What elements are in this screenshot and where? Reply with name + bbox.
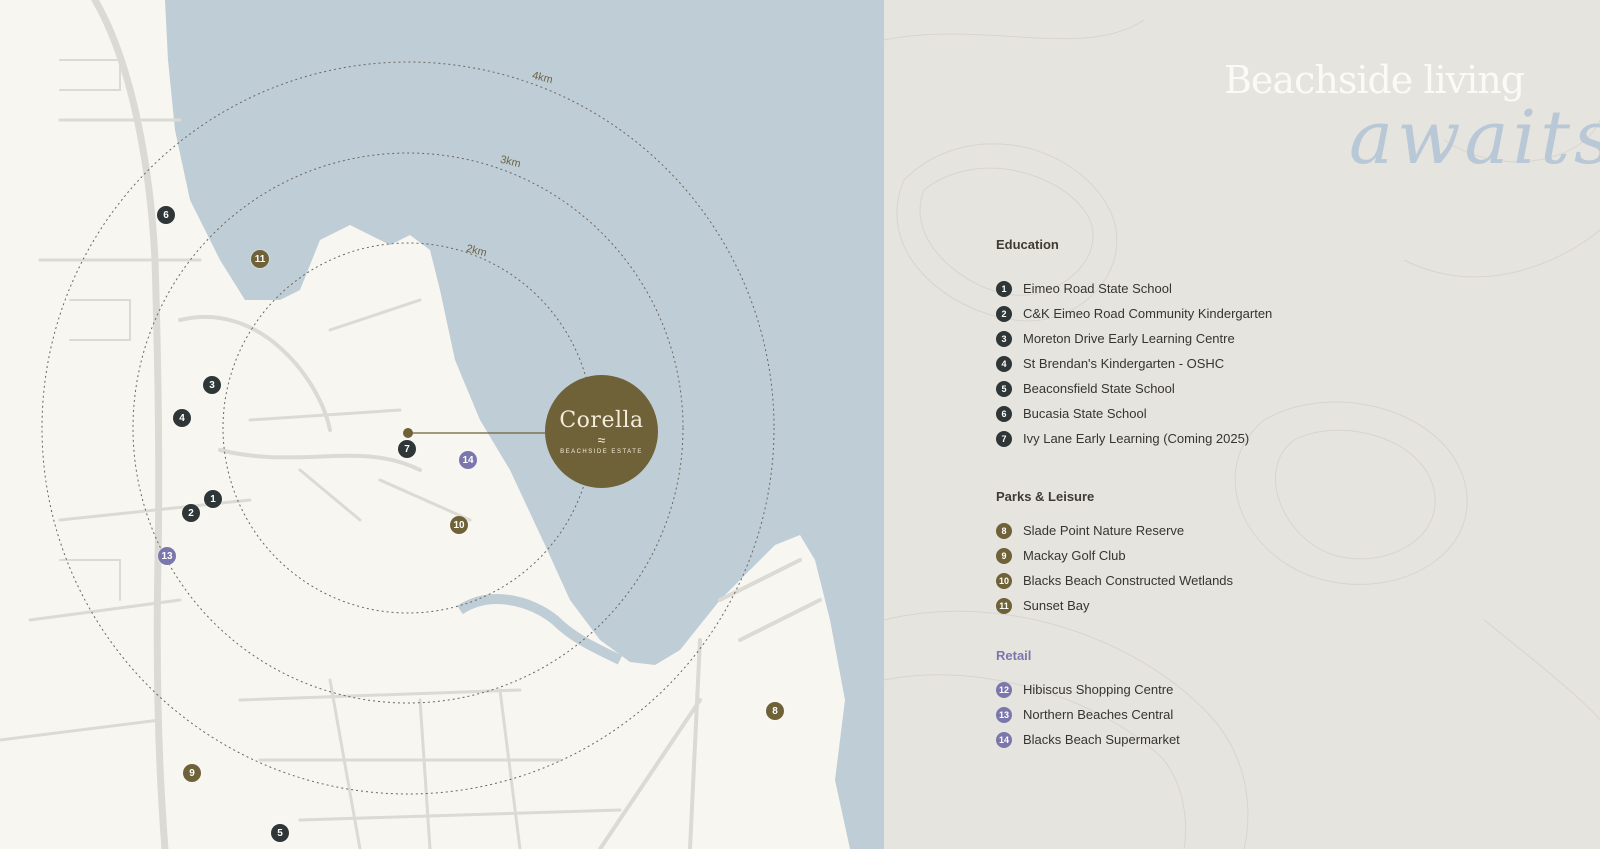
education-title: Education <box>996 237 1059 252</box>
number-badge: 8 <box>996 522 1012 539</box>
marker-4[interactable]: 4 <box>173 409 191 427</box>
number-badge: 12 <box>996 681 1012 698</box>
list-item[interactable]: 3 Moreton Drive Early Learning Centre <box>996 326 1272 351</box>
item-label: Blacks Beach Constructed Wetlands <box>1023 573 1234 588</box>
number-badge: 3 <box>996 330 1012 347</box>
parks-title: Parks & Leisure <box>996 489 1095 504</box>
item-label: Slade Point Nature Reserve <box>1023 523 1185 538</box>
retail-title: Retail <box>996 648 1032 663</box>
marker-2[interactable]: 2 <box>182 504 200 522</box>
marker-11[interactable]: 11 <box>251 250 269 268</box>
marker-14[interactable]: 14 <box>459 451 477 469</box>
list-item[interactable]: 13 Northern Beaches Central <box>996 702 1180 727</box>
parks-section: Parks & Leisure 8 Slade Point Nature Rese… <box>996 489 1233 618</box>
marker-13[interactable]: 13 <box>158 547 176 565</box>
number-badge: 1 <box>996 280 1012 297</box>
number-badge: 10 <box>996 572 1012 589</box>
item-label: Eimeo Road State School <box>1023 281 1172 296</box>
list-item[interactable]: 5 Beaconsfield State School <box>996 376 1272 401</box>
marker-5[interactable]: 5 <box>271 824 289 842</box>
list-item[interactable]: 7 Ivy Lane Early Learning (Coming 2025) <box>996 426 1272 451</box>
number-badge: 11 <box>996 597 1012 614</box>
number-badge: 2 <box>996 305 1012 322</box>
marker-6[interactable]: 6 <box>157 206 175 224</box>
marker-8[interactable]: 8 <box>766 702 784 720</box>
list-item[interactable]: 12 Hibiscus Shopping Centre <box>996 677 1180 702</box>
headline-script: awaits <box>1349 95 1600 181</box>
number-badge: 14 <box>996 731 1012 748</box>
location-map[interactable]: 2km 3km 4km 6 11 3 4 7 14 1 2 10 13 8 9 … <box>0 0 884 849</box>
list-item[interactable]: 2 C&K Eimeo Road Community Kindergarten <box>996 301 1272 326</box>
marker-9[interactable]: 9 <box>183 764 201 782</box>
retail-section: Retail 12 Hibiscus Shopping Centre 13 Nort… <box>996 648 1180 752</box>
retail-list: 12 Hibiscus Shopping Centre 13 Northern Be… <box>996 677 1180 752</box>
number-badge: 7 <box>996 430 1012 447</box>
item-label: Moreton Drive Early Learning Centre <box>1023 331 1235 346</box>
number-badge: 9 <box>996 547 1012 564</box>
number-badge: 4 <box>996 355 1012 372</box>
item-label: Hibiscus Shopping Centre <box>1023 682 1174 697</box>
item-label: Bucasia State School <box>1023 406 1147 421</box>
number-badge: 5 <box>996 380 1012 397</box>
list-item[interactable]: 11 Sunset Bay <box>996 593 1233 618</box>
corella-logo-badge[interactable]: Corella ≈ BEACHSIDE ESTATE <box>545 375 658 488</box>
marker-1[interactable]: 1 <box>204 490 222 508</box>
list-item[interactable]: 14 Blacks Beach Supermarket <box>996 727 1180 752</box>
item-label: Sunset Bay <box>1023 598 1090 613</box>
list-item[interactable]: 1 Eimeo Road State School <box>996 276 1272 301</box>
map-base <box>0 0 884 849</box>
wave-icon: ≈ <box>597 432 606 448</box>
list-item[interactable]: 8 Slade Point Nature Reserve <box>996 518 1233 543</box>
list-item[interactable]: 9 Mackay Golf Club <box>996 543 1233 568</box>
list-item[interactable]: 10 Blacks Beach Constructed Wetlands <box>996 568 1233 593</box>
logo-tagline: BEACHSIDE ESTATE <box>560 449 643 455</box>
education-section: Education 1 Eimeo Road State School 2 C&K … <box>996 237 1272 451</box>
number-badge: 6 <box>996 405 1012 422</box>
item-label: C&K Eimeo Road Community Kindergarten <box>1023 306 1273 321</box>
item-label: St Brendan's Kindergarten - OSHC <box>1023 356 1225 371</box>
item-label: Blacks Beach Supermarket <box>1023 732 1180 747</box>
item-label: Northern Beaches Central <box>1023 707 1174 722</box>
marker-10[interactable]: 10 <box>450 516 468 534</box>
marker-3[interactable]: 3 <box>203 376 221 394</box>
number-badge: 13 <box>996 706 1012 723</box>
item-label: Beaconsfield State School <box>1023 381 1175 396</box>
item-label: Ivy Lane Early Learning (Coming 2025) <box>1023 431 1250 446</box>
parks-list: 8 Slade Point Nature Reserve 9 Mackay Golf… <box>996 518 1233 618</box>
logo-name: Corella <box>559 408 644 433</box>
education-list: 1 Eimeo Road State School 2 C&K Eimeo Road… <box>996 276 1272 451</box>
list-item[interactable]: 6 Bucasia State School <box>996 401 1272 426</box>
list-item[interactable]: 4 St Brendan's Kindergarten - OSHC <box>996 351 1272 376</box>
legend-panel: Beachside living awaits Education 1 Eimeo… <box>884 0 1600 849</box>
item-label: Mackay Golf Club <box>1023 548 1126 563</box>
marker-7[interactable]: 7 <box>398 440 416 458</box>
